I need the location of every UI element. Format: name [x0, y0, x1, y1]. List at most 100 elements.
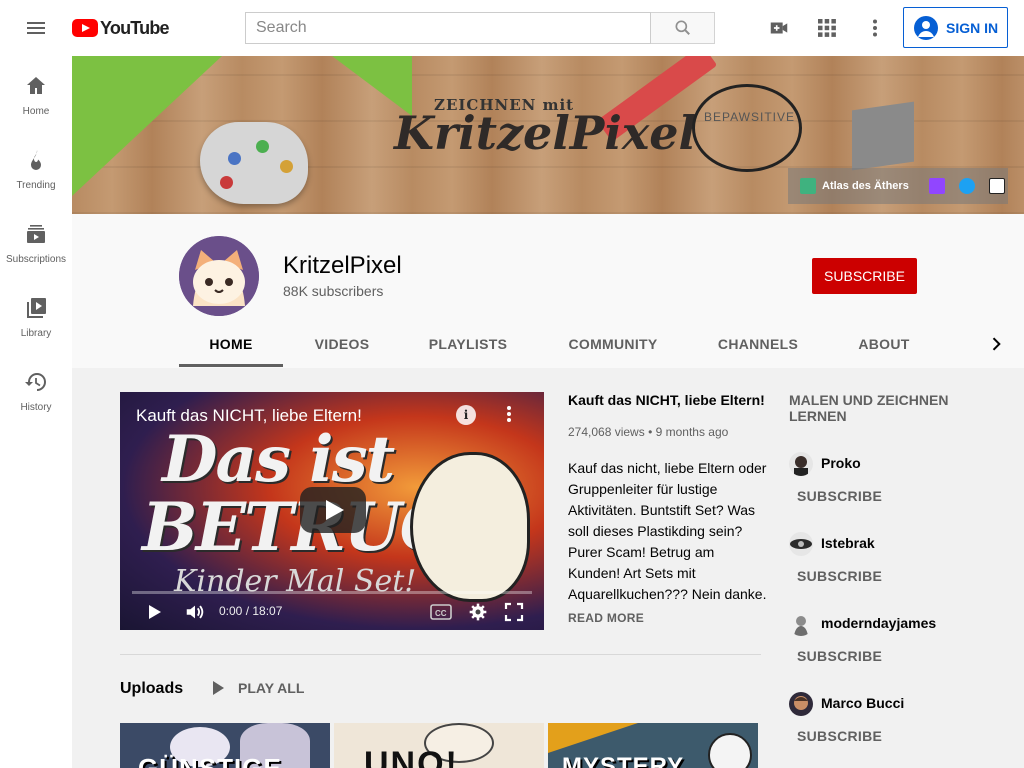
sidebar-item-label: Library — [20, 328, 52, 339]
banner-title: KritzelPixel — [394, 106, 697, 160]
featured-video-player[interactable]: Das ist BETRUG! Kinder Mal Set! Kauft da… — [120, 392, 544, 630]
search-input[interactable] — [245, 12, 651, 44]
tab-community[interactable]: COMMUNITY — [558, 320, 668, 368]
sidebar-item-library[interactable]: Library — [0, 278, 72, 352]
featured-channel-item: Proko SUBSCRIBE — [789, 452, 989, 524]
chevron-right-icon — [992, 337, 1001, 351]
play-all-button[interactable]: PLAY ALL — [208, 678, 304, 698]
large-play-button[interactable] — [300, 487, 366, 533]
meta-separator: • — [648, 425, 656, 439]
player-video-title[interactable]: Kauft das NICHT, liebe Eltern! — [136, 406, 362, 426]
twitter-icon[interactable] — [958, 178, 975, 194]
channel-avatar[interactable] — [789, 452, 813, 476]
twitch-icon[interactable] — [928, 178, 945, 194]
palette-illustration — [200, 122, 308, 204]
subscribe-button[interactable]: SUBSCRIBE — [797, 568, 882, 584]
banner-links: Atlas des Äthers — [788, 168, 1008, 204]
play-button[interactable] — [144, 600, 164, 624]
apps-button[interactable] — [811, 12, 843, 44]
thumbnail-caption: GÜNSTIGE — [138, 753, 282, 768]
banner-link-atlas[interactable]: Atlas des Äthers — [822, 180, 909, 192]
gear-icon — [469, 603, 487, 621]
fullscreen-icon — [504, 602, 524, 622]
featured-video-description: Kauf das nicht, liebe Eltern oder Gruppe… — [568, 460, 767, 602]
tab-videos[interactable]: VIDEOS — [300, 320, 384, 368]
trending-icon — [31, 150, 41, 170]
sidebar-item-subscriptions[interactable]: Subscriptions — [0, 204, 72, 278]
featured-video-title[interactable]: Kauft das NICHT, liebe Eltern! — [568, 392, 768, 408]
progress-bar[interactable] — [132, 591, 532, 594]
create-video-button[interactable] — [763, 12, 795, 44]
sidebar-item-label: History — [20, 402, 52, 413]
youtube-logo[interactable]: YouTube — [72, 16, 170, 40]
link-site-icon[interactable] — [800, 178, 816, 194]
thumbnail-caption: MYSTERY — [562, 753, 685, 768]
sidebar-item-label: Trending — [16, 180, 56, 191]
sidebar-item-trending[interactable]: Trending — [0, 130, 72, 204]
tabs-scroll-right-button[interactable] — [984, 330, 1008, 358]
featured-channels-title[interactable]: MALEN UND ZEICHNEN LERNEN — [789, 392, 959, 424]
tab-playlists[interactable]: PLAYLISTS — [418, 320, 518, 368]
fullscreen-button[interactable] — [504, 600, 524, 624]
tab-channels[interactable]: CHANNELS — [710, 320, 806, 368]
search-icon — [675, 20, 690, 35]
play-icon — [149, 605, 161, 619]
tab-about[interactable]: ABOUT — [848, 320, 920, 368]
mute-button[interactable] — [184, 600, 206, 624]
featured-channel-item: Istebrak SUBSCRIBE — [789, 532, 989, 604]
channel-banner: ZEICHNEN mit KritzelPixel BEPAWSITIVE At… — [72, 56, 1024, 214]
subscribe-button[interactable]: SUBSCRIBE — [797, 648, 882, 664]
settings-button[interactable] — [468, 600, 488, 624]
more-vert-icon[interactable] — [503, 404, 515, 426]
captions-button[interactable]: CC — [430, 600, 452, 624]
channel-header: KritzelPixel 88K subscribers SUBSCRIBE H… — [72, 214, 1024, 368]
channel-name[interactable]: Marco Bucci — [821, 695, 904, 711]
subscribe-button[interactable]: SUBSCRIBE — [797, 488, 882, 504]
subscribe-button[interactable]: SUBSCRIBE — [812, 258, 917, 294]
volume-icon — [186, 605, 204, 619]
video-time: 0:00 / 18:07 — [219, 604, 283, 618]
guide-menu-button[interactable] — [16, 12, 56, 44]
upload-thumbnail[interactable]: GÜNSTIGE — [120, 723, 330, 768]
channel-avatar[interactable] — [789, 692, 813, 716]
sidebar-item-label: Home — [22, 106, 50, 117]
top-bar: YouTube SIGN IN — [0, 0, 1024, 56]
thumbnail-text-line1: Das ist — [162, 422, 395, 497]
upload-thumbnail[interactable]: UNO! — [334, 723, 544, 768]
upload-age: 9 months ago — [655, 425, 729, 439]
channel-name[interactable]: Istebrak — [821, 535, 875, 551]
sidebar-item-history[interactable]: History — [0, 352, 72, 426]
sidebar-item-home[interactable]: Home — [0, 56, 72, 130]
subscriber-count: 88K subscribers — [283, 283, 384, 299]
uploads-section-title[interactable]: Uploads — [120, 680, 183, 698]
channel-avatar[interactable] — [789, 612, 813, 636]
speech-bubble-illustration — [692, 84, 802, 172]
sign-in-button[interactable]: SIGN IN — [903, 7, 1008, 48]
logo-text: YouTube — [100, 17, 170, 38]
paper-box-illustration — [852, 101, 914, 171]
channel-name[interactable]: Proko — [821, 455, 861, 471]
settings-more-button[interactable] — [859, 12, 891, 44]
play-all-label: PLAY ALL — [238, 680, 305, 696]
featured-channel-item: moderndayjames SUBSCRIBE — [789, 612, 989, 684]
active-tab-indicator — [179, 364, 283, 367]
angry-character-illustration — [410, 452, 530, 602]
account-circle-icon — [914, 15, 938, 40]
channel-avatar[interactable] — [179, 236, 259, 316]
section-divider — [120, 654, 761, 655]
search-box — [245, 12, 715, 44]
subscribe-button[interactable]: SUBSCRIBE — [797, 728, 882, 744]
apps-grid-icon — [818, 19, 836, 37]
channel-avatar[interactable] — [789, 532, 813, 556]
green-paper-decoration — [72, 56, 222, 196]
upload-thumbnail[interactable]: MYSTERY — [548, 723, 758, 768]
featured-video-meta: 274,068 views • 9 months ago — [568, 425, 728, 439]
read-more-button[interactable]: READ MORE — [568, 611, 644, 625]
search-button[interactable] — [651, 12, 715, 44]
info-icon[interactable]: i — [456, 405, 476, 425]
amazon-icon[interactable] — [988, 178, 1005, 194]
channel-name[interactable]: moderndayjames — [821, 615, 936, 631]
library-icon — [27, 298, 46, 318]
tab-home[interactable]: HOME — [179, 320, 283, 368]
view-count: 274,068 views — [568, 425, 645, 439]
